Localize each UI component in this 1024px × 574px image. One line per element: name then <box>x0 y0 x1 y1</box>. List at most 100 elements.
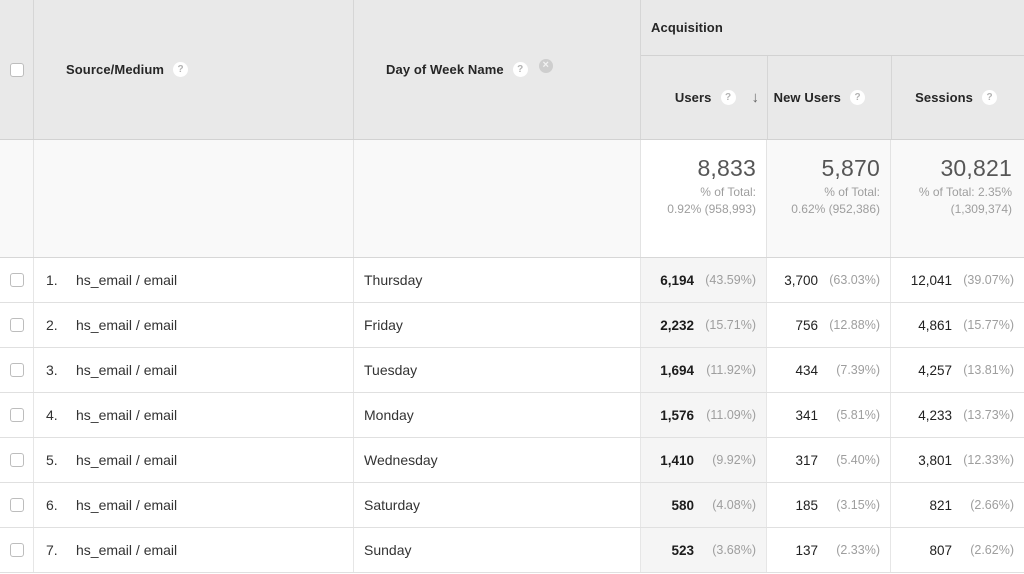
day-of-week-cell: Thursday <box>353 258 640 302</box>
new-users-value: 756 <box>795 317 818 333</box>
users-value: 1,576 <box>660 407 694 423</box>
source-medium-cell: 2. hs_email / email <box>33 303 353 347</box>
help-icon[interactable]: ? <box>720 90 736 105</box>
remove-secondary-dimension-icon[interactable]: × <box>538 58 553 73</box>
users-value: 6,194 <box>660 272 694 288</box>
sessions-value: 3,801 <box>918 452 952 468</box>
column-header-users[interactable]: Users ? ↓ <box>641 56 767 139</box>
row-checkbox[interactable] <box>9 318 24 332</box>
source-medium-cell: 6. hs_email / email <box>33 483 353 527</box>
source-medium-header-label: Source/Medium <box>66 62 165 77</box>
users-percent: (4.08%) <box>712 498 756 512</box>
new-users-percent: (12.88%) <box>829 318 880 332</box>
sessions-cell: 4,257 (13.81%) <box>890 348 1024 392</box>
day-of-week-value: Monday <box>364 407 414 423</box>
group-header-acquisition: Acquisition <box>641 0 1024 56</box>
day-of-week-cell: Monday <box>353 393 640 437</box>
sessions-value: 821 <box>929 497 952 513</box>
totals-sessions-cell: 30,821 % of Total: 2.35% (1,309,374) <box>890 140 1024 257</box>
column-header-source-medium[interactable]: Source/Medium ? <box>33 0 353 139</box>
new-users-value: 3,700 <box>784 272 818 288</box>
row-checkbox[interactable] <box>9 273 24 287</box>
metric-headers: Users ? ↓ New Users ? Sessions ? <box>641 56 1024 139</box>
users-cell: 580 (4.08%) <box>640 483 766 527</box>
help-icon[interactable]: ? <box>850 90 865 105</box>
users-cell: 6,194 (43.59%) <box>640 258 766 302</box>
sessions-value: 807 <box>929 542 952 558</box>
day-of-week-value: Tuesday <box>364 362 418 378</box>
day-of-week-cell: Saturday <box>353 483 640 527</box>
row-index: 1. <box>46 272 58 288</box>
users-cell: 2,232 (15.71%) <box>640 303 766 347</box>
users-header-label: Users <box>674 90 712 105</box>
column-header-sessions[interactable]: Sessions ? <box>891 56 1024 139</box>
users-cell: 1,576 (11.09%) <box>640 393 766 437</box>
row-checkbox-cell <box>0 393 33 437</box>
table-header: Source/Medium ? Day of Week Name ? × Acq… <box>0 0 1024 140</box>
acquisition-group: Acquisition Users ? ↓ New Users ? Sessio… <box>640 0 1024 139</box>
users-total-value: 8,833 <box>697 155 756 181</box>
new-users-percent: (63.03%) <box>829 273 880 287</box>
day-of-week-value: Thursday <box>364 272 423 288</box>
sort-descending-icon[interactable]: ↓ <box>752 89 760 106</box>
day-of-week-value: Friday <box>364 317 403 333</box>
source-medium-value: hs_email / email <box>76 362 178 378</box>
new-users-percent: (5.40%) <box>836 453 880 467</box>
table-row: 4. hs_email / email Monday 1,576 (11.09%… <box>0 393 1024 438</box>
table-row: 3. hs_email / email Tuesday 1,694 (11.92… <box>0 348 1024 393</box>
row-checkbox[interactable] <box>9 543 24 557</box>
table-row: 1. hs_email / email Thursday 6,194 (43.5… <box>0 258 1024 303</box>
row-checkbox[interactable] <box>9 363 24 377</box>
sessions-cell: 4,233 (13.73%) <box>890 393 1024 437</box>
sessions-percent: (39.07%) <box>963 273 1014 287</box>
users-percent: (11.92%) <box>706 363 756 377</box>
source-medium-value: hs_email / email <box>76 407 178 423</box>
new-users-cell: 137 (2.33%) <box>766 528 890 572</box>
source-medium-cell: 5. hs_email / email <box>33 438 353 482</box>
source-medium-value: hs_email / email <box>76 272 178 288</box>
help-icon[interactable]: ? <box>512 62 528 77</box>
help-icon[interactable]: ? <box>982 90 997 105</box>
sessions-percent: (2.62%) <box>970 543 1014 557</box>
column-header-day-of-week[interactable]: Day of Week Name ? × <box>353 0 640 139</box>
row-checkbox[interactable] <box>9 453 24 467</box>
sessions-percent: (13.81%) <box>963 363 1014 377</box>
new-users-total-value: 5,870 <box>821 155 880 181</box>
new-users-percent: (7.39%) <box>836 363 880 377</box>
sessions-value: 12,041 <box>910 272 952 288</box>
sessions-value: 4,861 <box>918 317 952 333</box>
row-checkbox[interactable] <box>9 408 24 422</box>
source-medium-cell: 1. hs_email / email <box>33 258 353 302</box>
source-medium-value: hs_email / email <box>76 542 178 558</box>
sessions-percent: (13.73%) <box>963 408 1014 422</box>
row-index: 6. <box>46 497 58 513</box>
day-of-week-cell: Wednesday <box>353 438 640 482</box>
column-header-new-users[interactable]: New Users ? <box>767 56 891 139</box>
new-users-cell: 3,700 (63.03%) <box>766 258 890 302</box>
row-checkbox-cell <box>0 303 33 347</box>
row-index: 2. <box>46 317 58 333</box>
table-row: 2. hs_email / email Friday 2,232 (15.71%… <box>0 303 1024 348</box>
sessions-value: 4,233 <box>918 407 952 423</box>
users-percent: (3.68%) <box>712 543 756 557</box>
row-checkbox-cell <box>0 483 33 527</box>
row-index: 3. <box>46 362 58 378</box>
help-icon[interactable]: ? <box>173 62 189 77</box>
new-users-value: 341 <box>795 407 818 423</box>
sessions-cell: 821 (2.66%) <box>890 483 1024 527</box>
totals-row: 8,833 % of Total: 0.92% (958,993) 5,870 … <box>0 140 1024 258</box>
sessions-total-value: 30,821 <box>940 155 1012 181</box>
acquisition-label: Acquisition <box>651 20 723 35</box>
users-value: 523 <box>671 542 694 558</box>
day-of-week-header-label: Day of Week Name <box>386 62 504 77</box>
select-all-checkbox[interactable] <box>9 62 24 77</box>
users-percent: (43.59%) <box>705 273 756 287</box>
sessions-cell: 3,801 (12.33%) <box>890 438 1024 482</box>
day-of-week-value: Sunday <box>364 542 412 558</box>
row-checkbox[interactable] <box>9 498 24 512</box>
sessions-header-label: Sessions <box>915 90 973 105</box>
new-users-cell: 756 (12.88%) <box>766 303 890 347</box>
row-checkbox-cell <box>0 258 33 302</box>
users-percent: (15.71%) <box>705 318 756 332</box>
totals-source-spacer <box>33 140 353 257</box>
